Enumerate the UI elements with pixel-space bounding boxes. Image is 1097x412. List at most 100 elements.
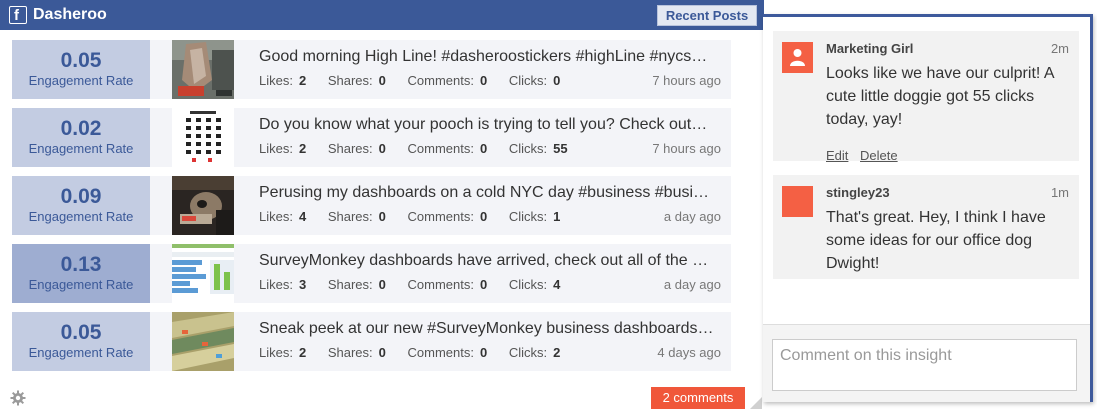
comments-stat: Comments: 0 [408, 141, 488, 157]
clicks-stat: Clicks: 2 [509, 345, 561, 361]
comment-author[interactable]: Marketing Girl [826, 41, 913, 57]
post-thumbnail[interactable] [172, 40, 234, 99]
dasheroo-widget: f Dasheroo Recent Posts 0.05 Engagement … [0, 0, 764, 412]
clicks-label: Clicks: [508, 141, 548, 156]
likes-count: 4 [298, 209, 307, 224]
post-title[interactable]: Good morning High Line! #dasheroosticker… [259, 47, 724, 67]
likes-count: 2 [298, 73, 307, 88]
shares-count: 0 [378, 209, 386, 224]
post-title[interactable]: Do you know what your pooch is trying to… [259, 115, 724, 135]
clicks-count: 1 [553, 209, 561, 224]
post-time: 7 hours ago [652, 73, 721, 88]
shares-stat: Shares: 0 [328, 141, 386, 157]
gear-icon[interactable] [10, 390, 26, 406]
engagement-value: 0.13 [60, 253, 102, 276]
likes-count: 3 [298, 277, 307, 292]
shares-label: Shares: [327, 141, 373, 156]
shares-stat: Shares: 0 [328, 345, 386, 361]
shares-stat: Shares: 0 [328, 73, 386, 89]
post-thumbnail[interactable] [172, 244, 234, 303]
post-list: 0.05 Engagement Rate Good morning High L… [12, 40, 731, 380]
likes-label: Likes: [259, 277, 293, 292]
clicks-stat: Clicks: 1 [509, 209, 561, 225]
comments-label: Comments: [407, 73, 474, 88]
likes-count: 2 [298, 141, 307, 156]
likes-label: Likes: [259, 209, 293, 224]
engagement-value: 0.05 [60, 321, 102, 344]
engagement-metric: 0.13 Engagement Rate [12, 244, 150, 303]
comments-label: Comments: [407, 141, 474, 156]
post-title[interactable]: SurveyMonkey dashboards have arrived, ch… [259, 251, 724, 271]
clicks-count: 2 [553, 345, 561, 360]
likes-stat: Likes: 2 [259, 73, 306, 89]
comments-count: 0 [479, 141, 488, 156]
post-row[interactable]: 0.13 Engagement Rate SurveyMonkey dashbo… [12, 244, 731, 303]
avatar [782, 186, 813, 217]
post-time: a day ago [663, 277, 721, 292]
post-row[interactable]: 0.05 Engagement Rate Good morning High L… [12, 40, 731, 99]
facebook-icon: f [9, 6, 27, 24]
post-stats: Likes: 3 Shares: 0 Comments: 0 Clicks: 4 [259, 277, 724, 293]
clicks-label: Clicks: [508, 73, 548, 88]
likes-count: 2 [298, 345, 307, 360]
comment-input[interactable] [772, 339, 1077, 391]
comments-count: 0 [479, 73, 488, 88]
post-title[interactable]: Sneak peek at our new #SurveyMonkey busi… [259, 319, 724, 339]
clicks-count: 55 [553, 141, 568, 156]
post-row[interactable]: 0.05 Engagement Rate Sneak peek at our n… [12, 312, 731, 371]
post-row[interactable]: 0.02 Engagement Rate Do you know what yo… [12, 108, 731, 167]
clicks-count: 4 [553, 277, 561, 292]
comment-author[interactable]: stingley23 [826, 185, 890, 201]
engagement-value: 0.09 [60, 185, 102, 208]
clicks-count: 0 [553, 73, 561, 88]
comments-count: 0 [479, 277, 488, 292]
user-avatar-icon [782, 42, 813, 73]
comments-stat: Comments: 0 [408, 209, 488, 225]
likes-label: Likes: [259, 73, 293, 88]
shares-label: Shares: [327, 277, 373, 292]
shares-count: 0 [378, 345, 386, 360]
post-title[interactable]: Perusing my dashboards on a cold NYC day… [259, 183, 724, 203]
engagement-metric: 0.02 Engagement Rate [12, 108, 150, 167]
likes-stat: Likes: 2 [259, 345, 306, 361]
post-time: a day ago [663, 209, 721, 224]
comment-item: Marketing Girl 2m Looks like we have our… [773, 31, 1079, 163]
likes-label: Likes: [259, 345, 293, 360]
clicks-stat: Clicks: 55 [509, 141, 568, 157]
post-thumbnail[interactable] [172, 176, 234, 235]
post-thumbnail[interactable] [172, 108, 234, 167]
shares-count: 0 [378, 277, 386, 292]
clicks-stat: Clicks: 0 [509, 73, 561, 89]
clicks-label: Clicks: [508, 209, 548, 224]
shares-label: Shares: [327, 209, 373, 224]
post-row[interactable]: 0.09 Engagement Rate Perusing my dashboa… [12, 176, 731, 235]
delete-comment-link[interactable]: Delete [860, 148, 898, 163]
resize-grip-icon[interactable] [750, 396, 762, 409]
engagement-metric: 0.09 Engagement Rate [12, 176, 150, 235]
recent-posts-button[interactable]: Recent Posts [657, 5, 757, 26]
post-time: 4 days ago [657, 345, 721, 360]
edit-comment-link[interactable]: Edit [826, 148, 848, 163]
engagement-label: Engagement Rate [28, 277, 134, 292]
engagement-metric: 0.05 Engagement Rate [12, 312, 150, 371]
comments-stat: Comments: 0 [408, 277, 488, 293]
comment-time: 2m [1050, 41, 1069, 56]
engagement-value: 0.05 [60, 49, 102, 72]
post-stats: Likes: 4 Shares: 0 Comments: 0 Clicks: 1 [259, 209, 724, 225]
engagement-label: Engagement Rate [28, 209, 134, 224]
comment-text: That's great. Hey, I think I have some i… [826, 209, 1046, 272]
shares-label: Shares: [327, 73, 373, 88]
widget-title: Dasheroo [33, 6, 107, 23]
shares-count: 0 [378, 141, 386, 156]
comments-label: Comments: [407, 209, 474, 224]
comment-time: 1m [1050, 185, 1069, 200]
post-thumbnail[interactable] [172, 312, 234, 371]
comment-item: stingley23 1m That's great. Hey, I think… [773, 175, 1079, 279]
likes-label: Likes: [259, 141, 293, 156]
comments-button[interactable]: 2 comments [651, 387, 745, 409]
engagement-label: Engagement Rate [28, 141, 134, 156]
clicks-stat: Clicks: 4 [509, 277, 561, 293]
engagement-value: 0.02 [60, 117, 102, 140]
comments-label: Comments: [407, 277, 474, 292]
comments-count: 0 [479, 345, 488, 360]
